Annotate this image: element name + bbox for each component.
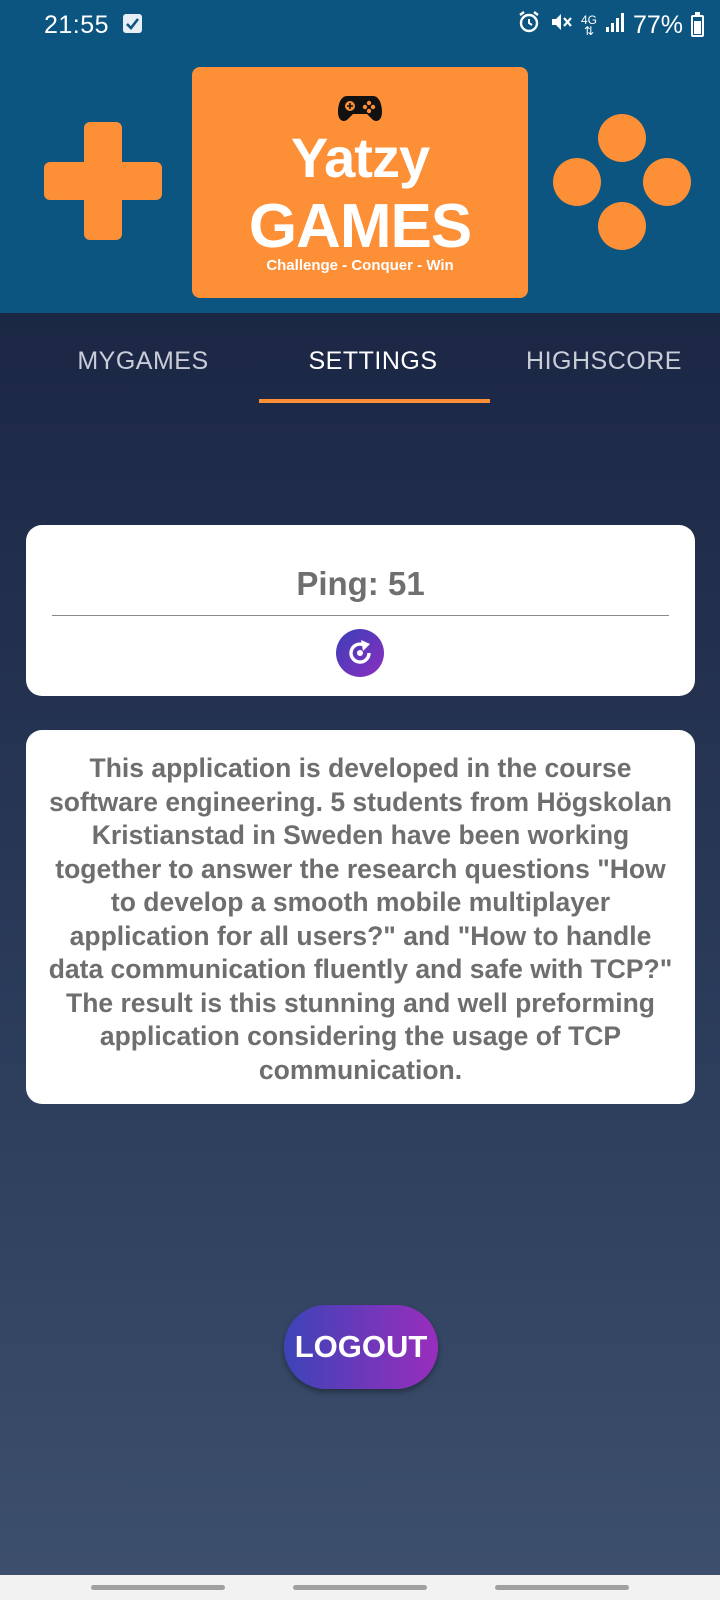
logout-button[interactable]: LOGOUT [284,1305,438,1389]
about-text: This application is developed in the cou… [48,753,673,1085]
nav-recents[interactable] [91,1585,225,1590]
ping-value: Ping: 51 [296,565,425,602]
dpad-icon [44,122,162,240]
active-tab-indicator [259,399,490,403]
battery-percent: 77% [632,11,683,39]
logo-title-games: GAMES [248,192,472,261]
divider [52,615,669,616]
settings-screen: MYGAMES SETTINGS HIGHSCORE Ping: 51 This… [0,313,720,1575]
about-card: This application is developed in the cou… [26,730,695,1104]
mute-icon [549,10,573,41]
network-icon: 4G ⇅ [580,12,597,38]
battery-icon [691,11,704,37]
gamepad-icon [337,92,383,129]
header-banner: 21:55 4G ⇅ 77% Yatzy GAMES Challenge - C… [0,0,720,313]
ping-card: Ping: 51 [26,525,695,696]
alarm-icon [517,10,541,41]
network-type: 4G [580,12,597,27]
logo-title-yatzy: Yatzy [290,126,430,189]
nav-back[interactable] [495,1585,629,1590]
app-logo: Yatzy GAMES Challenge - Conquer - Win [192,67,528,298]
status-icons: 4G ⇅ 77% [517,10,704,41]
status-time: 21:55 [44,11,110,39]
tab-bar: MYGAMES SETTINGS HIGHSCORE [0,313,720,405]
signal-icon [605,11,625,40]
nav-home[interactable] [293,1585,427,1590]
action-buttons-icon [553,114,691,252]
status-bar: 21:55 4G ⇅ 77% [0,0,720,52]
refresh-button[interactable] [336,629,384,677]
refresh-icon [349,640,371,664]
system-nav-bar [0,1575,720,1600]
tab-highscore[interactable]: HIGHSCORE [489,347,719,376]
checkbox-notification-icon [123,14,142,33]
tab-mygames[interactable]: MYGAMES [28,347,258,376]
logo-tagline: Challenge - Conquer - Win [266,257,454,274]
tab-settings[interactable]: SETTINGS [258,347,488,376]
